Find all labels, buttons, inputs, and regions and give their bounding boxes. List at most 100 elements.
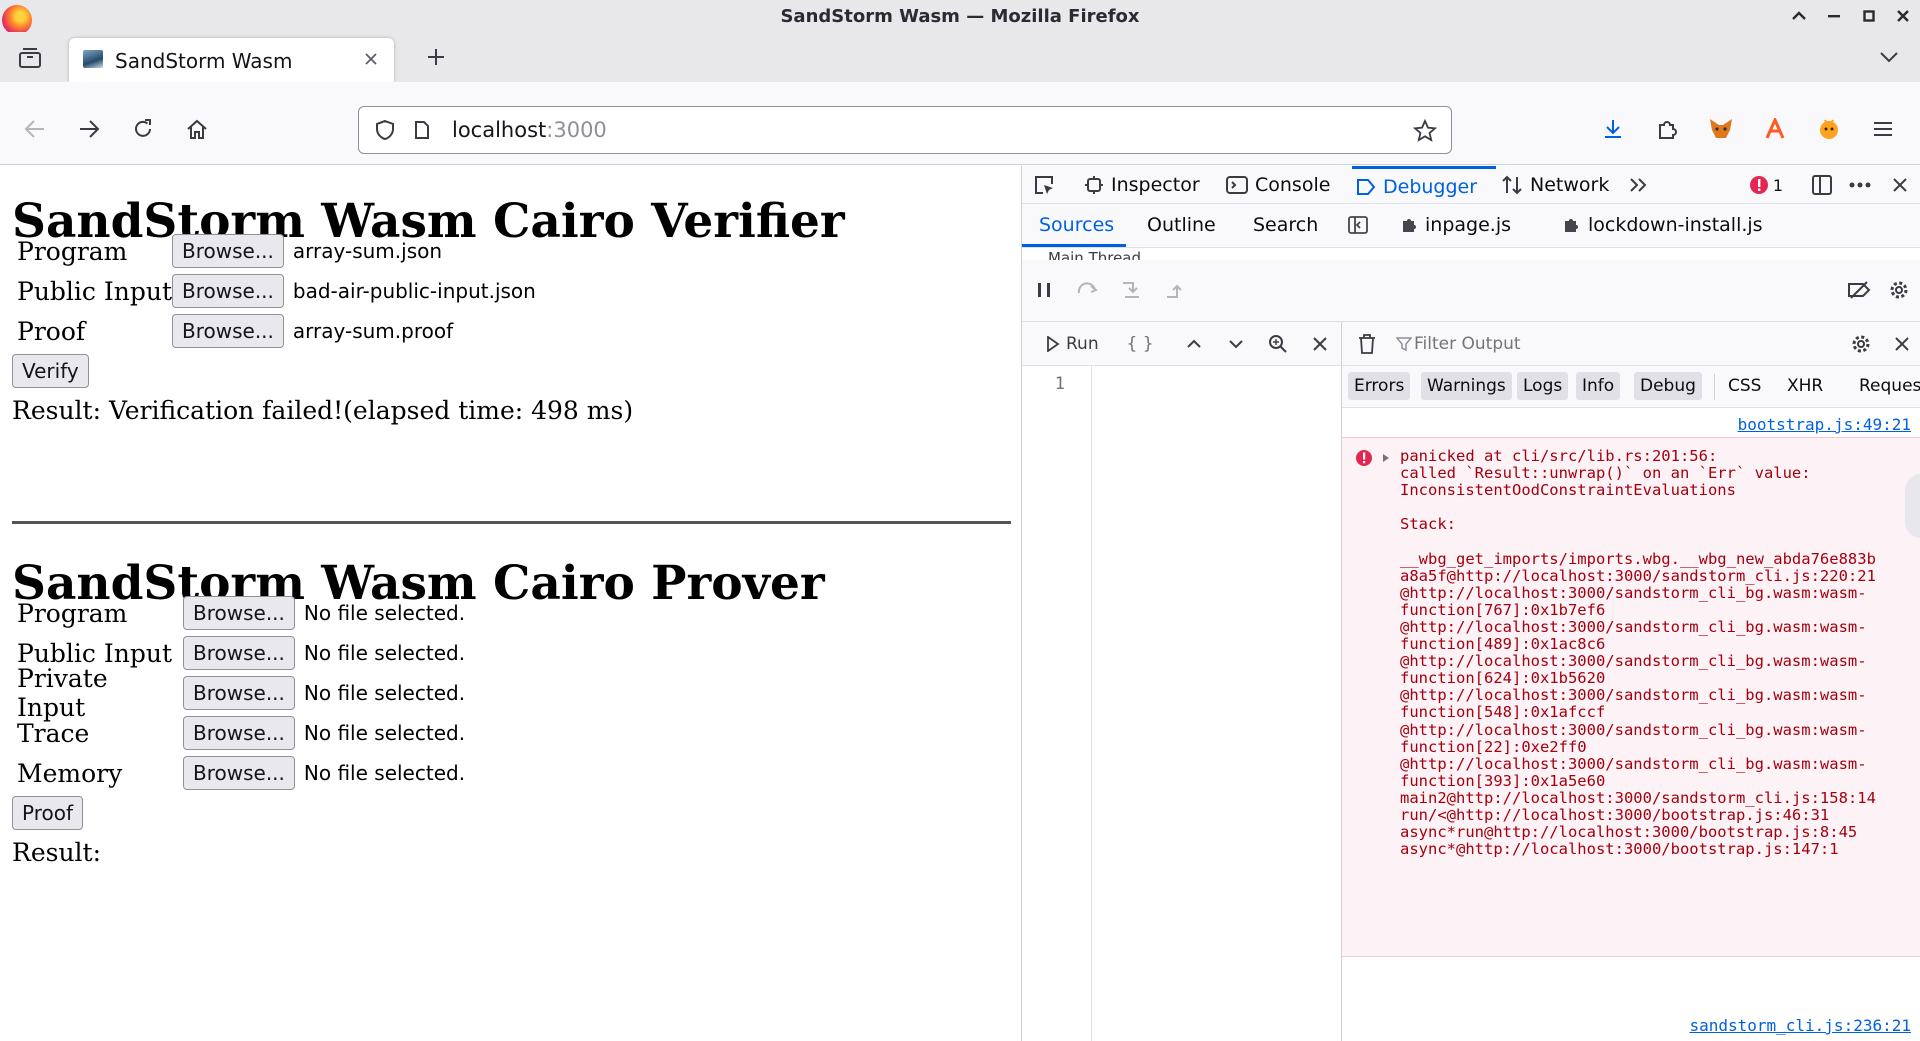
prover-program-browse-button[interactable]: Browse...: [183, 596, 295, 630]
debugger-subtabs: Sources Outline Search inpage.js lockdow…: [1022, 204, 1920, 248]
dock-side-icon[interactable]: [1808, 172, 1836, 198]
toggle-sidebar-icon[interactable]: [1346, 214, 1370, 236]
sidebar-collapse-handle[interactable]: [1905, 474, 1920, 538]
history-up-chevron-icon[interactable]: [1182, 332, 1206, 356]
deactivate-breakpoints-icon[interactable]: [1846, 278, 1872, 302]
element-picker-icon[interactable]: [1030, 172, 1058, 198]
verifier-proof-browse-button[interactable]: Browse...: [172, 314, 284, 348]
verifier-program-label: Program: [17, 236, 128, 266]
prover-memory-file: No file selected.: [303, 761, 466, 785]
step-over-icon[interactable]: [1076, 278, 1100, 302]
extension-character-icon[interactable]: [1814, 114, 1844, 144]
new-tab-plus-icon[interactable]: [421, 42, 451, 72]
step-out-icon[interactable]: [1164, 278, 1188, 302]
filter-debug-button[interactable]: Debug: [1634, 372, 1702, 400]
prover-memory-browse-button[interactable]: Browse...: [183, 756, 295, 790]
inspector-label: Inspector: [1111, 174, 1200, 196]
prover-trace-label: Trace: [17, 718, 90, 748]
metamask-fox-icon[interactable]: [1706, 114, 1736, 144]
prover-program-label: Program: [17, 598, 128, 628]
downloads-icon[interactable]: [1598, 114, 1628, 144]
filter-css-button[interactable]: CSS: [1728, 376, 1761, 396]
prover-trace-browse-button[interactable]: Browse...: [183, 716, 295, 750]
prover-private-input-browse-button[interactable]: Browse...: [183, 676, 295, 710]
tab-sandstorm[interactable]: SandStorm Wasm: [69, 38, 394, 82]
app-menu-hamburger-icon[interactable]: [1868, 114, 1898, 144]
url-text[interactable]: localhost:3000: [452, 118, 607, 142]
source-tab-inpage[interactable]: inpage.js: [1425, 214, 1511, 236]
devtools-close-icon[interactable]: [1886, 172, 1914, 198]
prover-public-input-browse-button[interactable]: Browse...: [183, 636, 295, 670]
back-arrow-icon[interactable]: [20, 114, 50, 144]
reload-icon[interactable]: [128, 114, 158, 144]
extensions-puzzle-icon[interactable]: [1652, 114, 1682, 144]
forward-arrow-icon[interactable]: [74, 114, 104, 144]
clear-console-trash-icon[interactable]: [1356, 333, 1378, 355]
window-minimize-icon[interactable]: [1822, 5, 1846, 27]
window-close-icon[interactable]: [1891, 5, 1915, 27]
close-split-console-icon[interactable]: [1889, 332, 1915, 356]
sandstorm-cli-source-link[interactable]: sandstorm_cli.js:236:21: [1689, 1016, 1911, 1035]
debugger-icon: [1356, 177, 1376, 197]
filter-info-button[interactable]: Info: [1576, 372, 1621, 400]
close-editor-icon[interactable]: [1308, 332, 1332, 356]
tab-favicon-icon: [83, 50, 103, 68]
console-settings-gear-icon[interactable]: [1848, 332, 1874, 356]
error-count-badge[interactable]: 1: [1744, 174, 1788, 196]
devtools-options-more-icon[interactable]: [1846, 172, 1874, 198]
filter-warnings-button[interactable]: Warnings: [1421, 372, 1512, 400]
inspector-icon: [1084, 175, 1104, 195]
prover-program-file: No file selected.: [303, 601, 466, 625]
filter-errors-button[interactable]: Errors: [1348, 372, 1411, 400]
verifier-public-input-label: Public Input: [17, 276, 172, 306]
console-filter-bar: Errors Warnings Logs Info Debug CSS XHR …: [1342, 366, 1920, 408]
debugger-step-toolbar: [1022, 260, 1920, 322]
bookmark-star-icon[interactable]: [1412, 118, 1438, 144]
subtab-sources[interactable]: Sources: [1039, 214, 1114, 236]
address-bar[interactable]: localhost:3000: [358, 106, 1452, 154]
step-in-icon[interactable]: [1120, 278, 1144, 302]
window-maximize-up-icon[interactable]: [1787, 5, 1811, 27]
verify-button[interactable]: Verify: [12, 354, 89, 388]
list-all-tabs-chevron-down-icon[interactable]: [1874, 42, 1904, 72]
expand-triangle-icon[interactable]: [1380, 450, 1392, 466]
bootstrap-source-link[interactable]: bootstrap.js:49:21: [1738, 415, 1911, 434]
page-info-icon[interactable]: [411, 118, 433, 142]
filter-funnel-icon: [1394, 334, 1414, 354]
subtab-search[interactable]: Search: [1253, 214, 1318, 236]
home-icon[interactable]: [182, 114, 212, 144]
console-editor[interactable]: 1: [1022, 366, 1342, 1041]
filter-xhr-button[interactable]: XHR: [1787, 376, 1823, 396]
prover-public-input-file: No file selected.: [303, 641, 466, 665]
pause-icon[interactable]: [1032, 278, 1056, 302]
history-down-chevron-icon[interactable]: [1224, 332, 1248, 356]
pretty-print-button[interactable]: { }: [1124, 332, 1156, 356]
window-restore-icon[interactable]: [1857, 5, 1881, 27]
debugger-label: Debugger: [1383, 175, 1478, 198]
source-tab-lockdown-install[interactable]: lockdown-install.js: [1588, 214, 1763, 236]
prover-private-input-row: Private Input Browse... No file selected…: [17, 664, 465, 722]
devtools-tab-console[interactable]: Console: [1226, 166, 1330, 204]
verifier-public-input-browse-button[interactable]: Browse...: [172, 274, 284, 308]
subtab-outline[interactable]: Outline: [1147, 214, 1216, 236]
main-thread-row[interactable]: Main Thread: [1022, 248, 1342, 260]
console-error-message[interactable]: panicked at cli/src/lib.rs:201:56: calle…: [1342, 437, 1920, 957]
extension-a-icon[interactable]: [1760, 114, 1790, 144]
proof-button[interactable]: Proof: [12, 796, 84, 830]
filter-logs-button[interactable]: Logs: [1517, 372, 1569, 400]
tab-overview-icon[interactable]: [14, 44, 46, 72]
verifier-program-browse-button[interactable]: Browse...: [172, 234, 284, 268]
run-button[interactable]: Run: [1046, 332, 1099, 356]
devtools-tab-network[interactable]: Network: [1501, 166, 1609, 204]
devtools-tab-inspector[interactable]: Inspector: [1084, 166, 1200, 204]
puzzle-file-icon: [1398, 214, 1420, 236]
devtools-tab-debugger[interactable]: Debugger: [1352, 166, 1496, 204]
debugger-settings-gear-icon[interactable]: [1886, 278, 1912, 302]
prover-program-row: Program Browse... No file selected.: [17, 596, 465, 630]
reverse-search-icon[interactable]: [1266, 332, 1290, 356]
tab-close-icon[interactable]: [358, 46, 384, 72]
tracking-protection-shield-icon[interactable]: [373, 118, 397, 142]
filter-requests-button[interactable]: Requests: [1859, 376, 1920, 396]
filter-output-input[interactable]: [1414, 330, 1714, 358]
more-tools-chevron-icon[interactable]: [1625, 172, 1653, 198]
